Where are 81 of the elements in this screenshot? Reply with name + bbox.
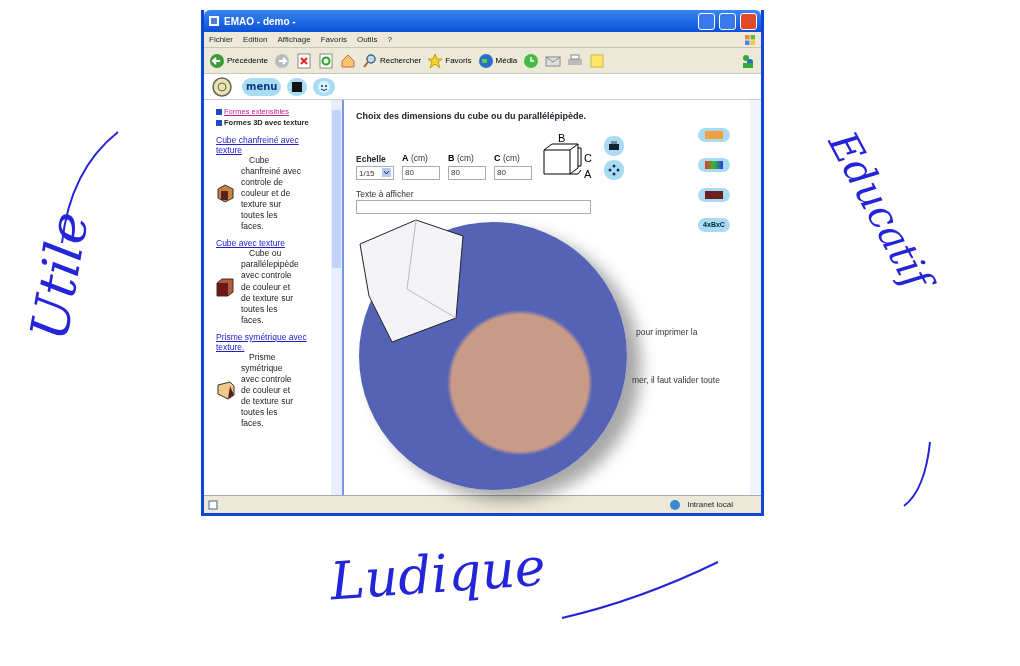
form-heading: Choix des dimensions du cube ou du parallélépipède. <box>356 110 588 123</box>
star-icon <box>427 52 444 69</box>
texture-swatch-icon <box>705 131 723 139</box>
item-link[interactable]: Prisme symétrique avec texture. <box>216 331 327 353</box>
history-icon <box>523 52 540 69</box>
sticky-note-icon <box>589 52 606 69</box>
printer-icon <box>608 139 620 152</box>
refresh-button[interactable] <box>317 52 334 69</box>
text-field[interactable] <box>356 200 591 215</box>
item-description: Cube ou parallélepipède avec controle de couleur et de texture sur toutes les faces. <box>241 248 300 326</box>
swatch-button[interactable] <box>698 188 730 202</box>
smiley-icon <box>317 79 332 94</box>
app-icon <box>208 15 220 27</box>
dimension-letter: A <box>584 167 592 180</box>
dimension-field[interactable]: 80 <box>494 165 532 180</box>
text-field-label: Texte à afficher <box>356 187 414 201</box>
face-button[interactable] <box>313 77 336 96</box>
stop-button[interactable] <box>295 52 312 69</box>
bullet-square-icon <box>216 119 222 126</box>
dimension-letter: B <box>558 131 566 144</box>
move-button[interactable] <box>604 159 624 180</box>
shape-thumbnail-icon <box>216 277 235 297</box>
search-button[interactable]: Rechercher <box>361 52 422 69</box>
globe-button[interactable]: Média <box>477 52 518 69</box>
item-link[interactable]: Cube chanfreiné avec texture <box>216 134 327 155</box>
menu-item[interactable]: Affichage <box>277 33 311 46</box>
four-dots-icon <box>608 163 620 176</box>
window-title: EMAO - demo - <box>224 14 296 29</box>
page-icon <box>208 499 218 510</box>
handwritten-word: Utile <box>22 208 97 344</box>
globe-icon <box>477 52 494 69</box>
refresh-icon <box>317 52 334 69</box>
star-button[interactable]: Favoris <box>427 52 472 69</box>
dimension-label: C (cm) <box>494 152 521 165</box>
close-button[interactable] <box>740 12 757 30</box>
bullet-square-icon <box>216 108 222 115</box>
house-button[interactable] <box>339 52 356 69</box>
dimension-label: A (cm) <box>402 152 429 165</box>
item-description: Cube chanfreiné avec controle de couleur et de texture sur toutes les faces. <box>241 154 301 233</box>
zone-text: Intranet local <box>687 498 733 511</box>
handwritten-word: Ludique <box>328 540 548 608</box>
menu-item[interactable]: Favoris <box>320 33 347 46</box>
dimension-field[interactable]: 80 <box>448 165 486 180</box>
scale-select[interactable]: 1/15 <box>356 165 394 180</box>
history-button[interactable] <box>523 52 540 69</box>
instruction-text: mer, il faut valider toute <box>632 374 720 387</box>
folder-icon <box>291 80 304 93</box>
scale-label: Echelle <box>356 152 387 166</box>
minimize-button[interactable] <box>698 12 715 30</box>
shape-thumbnail-icon <box>216 381 235 401</box>
house-icon <box>339 52 356 69</box>
forward-arrow-button[interactable] <box>273 52 290 69</box>
back-arrow-button[interactable]: Précédente <box>209 52 268 69</box>
menu-item[interactable]: ? <box>387 33 392 46</box>
windows-logo-icon <box>744 33 756 46</box>
box-diagram-drawing <box>543 143 582 174</box>
stop-icon <box>295 52 312 69</box>
item-link[interactable]: Cube avec texture <box>216 238 327 249</box>
menu-item[interactable]: Edition <box>243 33 268 46</box>
dropdown-arrow-icon <box>382 167 391 177</box>
globe-icon <box>669 498 682 511</box>
maximize-button[interactable] <box>719 12 736 30</box>
search-icon <box>361 52 378 69</box>
swatch-button[interactable] <box>698 158 730 172</box>
instruction-text: pour imprimer la <box>636 326 698 339</box>
swatch-button[interactable] <box>698 128 730 142</box>
menu-item[interactable]: Fichier <box>209 33 233 46</box>
texture-swatch-icon <box>705 191 723 199</box>
color-swatch-icon <box>705 161 723 169</box>
menu-button[interactable]: menu <box>242 77 282 96</box>
item-description: Prisme symétrique avec controle de couleur et de texture sur toutes les faces. <box>241 352 294 430</box>
dimension-label: B (cm) <box>448 152 475 165</box>
sidebar-scrollbar[interactable] <box>331 100 342 495</box>
people-icon <box>740 52 756 69</box>
menu-item[interactable]: Outils <box>356 33 378 46</box>
page-scrollbar[interactable] <box>750 100 761 495</box>
folder-button[interactable] <box>287 77 308 96</box>
dimension-letter: C <box>584 151 592 164</box>
shape-thumbnail-icon <box>216 184 235 204</box>
dimension-field[interactable]: 80 <box>402 165 440 180</box>
printer-button[interactable] <box>604 135 624 156</box>
